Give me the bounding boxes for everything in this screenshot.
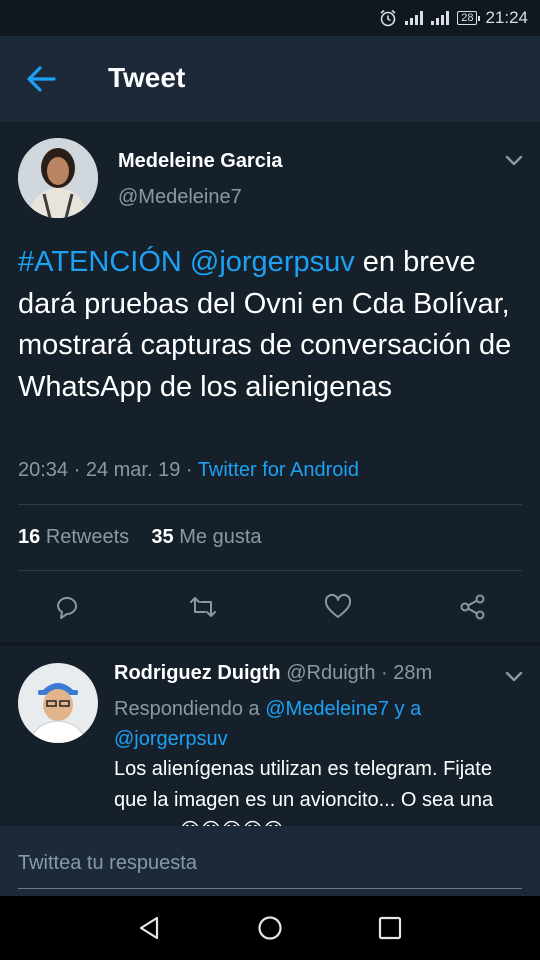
- divider: [18, 570, 522, 571]
- tweet-actions: [0, 584, 540, 630]
- like-icon[interactable]: [323, 592, 353, 622]
- tweet-meta: 20:34 · 24 mar. 19 · Twitter for Android: [18, 459, 359, 482]
- retweet-icon[interactable]: [188, 592, 218, 622]
- reply-tweet[interactable]: Rodriguez Duigth @Rduigth · 28m Respondi…: [0, 646, 540, 826]
- reply-separator: ·: [375, 662, 394, 684]
- reply-text: Los alienígenas utilizan es telegram. Fi…: [114, 754, 519, 826]
- reply-avatar-image: [18, 663, 98, 743]
- divider: [18, 504, 522, 505]
- tweet-stats: 16 Retweets 35 Me gusta: [18, 526, 262, 549]
- replying-mention-1[interactable]: @Medeleine7: [265, 698, 389, 720]
- share-icon[interactable]: [458, 592, 488, 622]
- replying-prefix: Respondiendo a: [114, 698, 266, 720]
- author-handle[interactable]: @Medeleine7: [118, 186, 242, 209]
- likes-stat[interactable]: 35 Me gusta: [151, 526, 261, 548]
- home-circle-icon[interactable]: [256, 914, 284, 942]
- meta-separator-2: ·: [180, 459, 198, 481]
- reply-chevron-down-icon[interactable]: [504, 670, 524, 684]
- reply-composer[interactable]: Twittea tu respuesta: [0, 826, 540, 896]
- status-time: 21:24: [485, 8, 528, 27]
- signal-icon: [405, 11, 424, 25]
- arrow-left-icon[interactable]: [24, 63, 60, 95]
- navigation-bar: [0, 896, 540, 960]
- replying-join: y a: [388, 698, 422, 720]
- chevron-down-icon[interactable]: [504, 154, 524, 168]
- retweets-stat[interactable]: 16 Retweets: [18, 526, 129, 548]
- alarm-icon: [380, 9, 396, 27]
- reply-age: 28m: [393, 662, 433, 684]
- meta-separator: ·: [68, 459, 86, 481]
- reply-icon[interactable]: [52, 592, 82, 622]
- hashtag-link[interactable]: #ATENCIÓN: [18, 246, 182, 278]
- retweets-count: 16: [18, 526, 41, 548]
- app-bar: Tweet: [0, 36, 540, 122]
- status-bar: 28 21:24: [0, 0, 540, 36]
- replying-to: Respondiendo a @Medeleine7 y a @jorgerps…: [114, 694, 514, 754]
- tweet-source[interactable]: Twitter for Android: [198, 459, 359, 481]
- likes-count: 35: [151, 526, 174, 548]
- author-name[interactable]: Medeleine Garcia: [118, 150, 283, 173]
- avatar-image: [18, 138, 98, 218]
- retweets-label: Retweets: [45, 526, 130, 548]
- battery-icon: 28: [457, 11, 481, 25]
- likes-label: Me gusta: [179, 526, 262, 548]
- status-icons: 28 21:24: [379, 8, 528, 28]
- signal-icon-2: [431, 11, 450, 25]
- tweet-text: #ATENCIÓN @jorgerpsuv en breve dará prue…: [18, 242, 528, 408]
- tweet-time: 20:34: [18, 459, 69, 481]
- avatar[interactable]: [18, 138, 98, 218]
- reply-author-name: Rodriguez Duigth: [114, 662, 281, 684]
- reply-author[interactable]: Rodriguez Duigth @Rduigth · 28m: [114, 662, 432, 685]
- reply-avatar[interactable]: [18, 663, 98, 743]
- page-title: Tweet: [108, 62, 186, 93]
- reply-input[interactable]: Twittea tu respuesta: [18, 852, 197, 875]
- input-underline: [18, 888, 522, 889]
- tweet-date: 24 mar. 19: [85, 459, 181, 481]
- reply-handle: @Rduigth: [286, 662, 376, 684]
- replying-mention-2[interactable]: @jorgerpsuv: [114, 728, 228, 750]
- reply-body: Los alienígenas utilizan es telegram. Fi…: [114, 758, 494, 826]
- recents-square-icon[interactable]: [376, 914, 404, 942]
- back-triangle-icon[interactable]: [136, 914, 164, 942]
- mention-link[interactable]: @jorgerpsuv: [190, 246, 355, 278]
